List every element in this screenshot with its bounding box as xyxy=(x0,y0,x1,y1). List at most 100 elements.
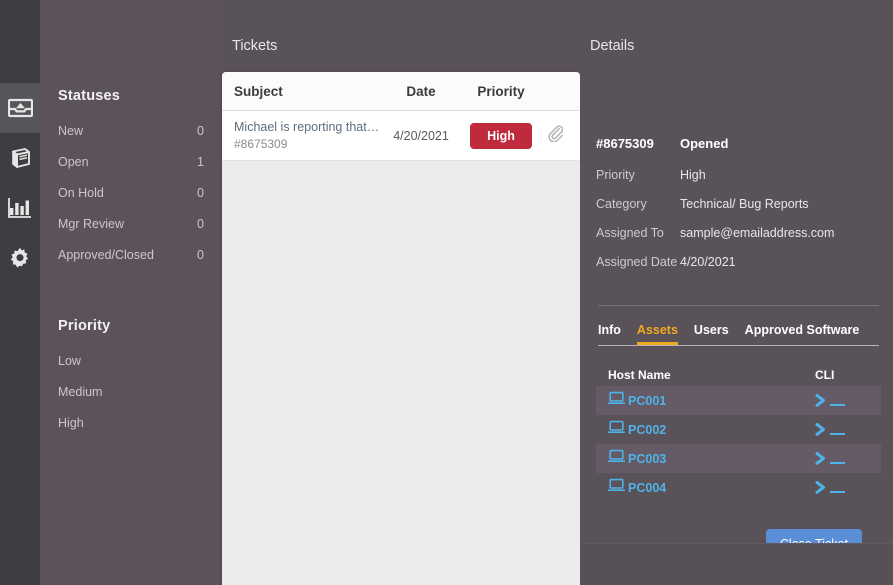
details-footer xyxy=(580,543,893,585)
asset-host-cell[interactable]: PC004 xyxy=(607,478,815,497)
asset-host-name[interactable]: PC002 xyxy=(628,423,666,437)
priority-item-high[interactable]: High xyxy=(58,407,204,438)
rail-item-inbox[interactable] xyxy=(0,83,40,133)
rail-item-knowledge-base[interactable] xyxy=(0,133,40,183)
status-label: New xyxy=(58,123,84,138)
attachment-cell[interactable] xyxy=(542,124,568,147)
details-column: Details #8675309 Opened Priority High Ca… xyxy=(580,0,893,585)
assets-table: Host Name CLI PC001 PC002 PC003 PC004 xyxy=(596,364,881,502)
status-badge: High xyxy=(470,122,532,149)
asset-host-name[interactable]: PC001 xyxy=(628,394,666,408)
asset-host-name[interactable]: PC003 xyxy=(628,452,666,466)
tickets-title: Tickets xyxy=(232,38,278,54)
column-header-date: Date xyxy=(406,83,436,99)
field-value: High xyxy=(680,168,706,182)
paperclip-icon[interactable] xyxy=(547,124,564,147)
rail-item-settings[interactable] xyxy=(0,233,40,283)
details-field-category: Category Technical/ Bug Reports xyxy=(596,197,881,226)
table-row[interactable]: PC001 xyxy=(596,386,881,415)
details-fields: #8675309 Opened Priority High Category T… xyxy=(596,54,881,284)
status-label: Mgr Review xyxy=(58,216,124,231)
priority-item-medium[interactable]: Medium xyxy=(58,376,204,407)
statuses-list: New 0 Open 1 On Hold 0 Mgr Review 0 Appr… xyxy=(58,115,204,270)
gear-icon xyxy=(8,246,32,270)
icon-rail xyxy=(0,0,40,585)
status-count: 0 xyxy=(197,216,204,231)
details-title: Details xyxy=(590,38,635,54)
status-item-new[interactable]: New 0 xyxy=(58,115,204,146)
tickets-table-header: Subject Date Priority xyxy=(222,72,580,111)
ticket-priority-cell: High xyxy=(460,122,542,149)
field-value: Technical/ Bug Reports xyxy=(680,197,809,211)
column-header-host-name: Host Name xyxy=(608,368,671,382)
book-icon xyxy=(9,147,32,170)
ticket-subject-cell[interactable]: Michael is reporting that th… #8675309 xyxy=(234,120,382,151)
tab-assets[interactable]: Assets xyxy=(636,323,678,345)
asset-host-cell[interactable]: PC003 xyxy=(607,449,815,468)
status-item-open[interactable]: Open 1 xyxy=(58,146,204,177)
priority-label: High xyxy=(58,415,84,430)
status-label: On Hold xyxy=(58,185,104,200)
asset-host-cell[interactable]: PC001 xyxy=(607,391,815,410)
field-value: sample@emailaddress.com xyxy=(680,226,835,240)
status-label: Approved/Closed xyxy=(58,247,154,262)
app-window: Statuses New 0 Open 1 On Hold 0 Mgr Revi… xyxy=(0,0,893,585)
assets-table-header: Host Name CLI xyxy=(596,364,881,386)
priority-list: Low Medium High xyxy=(58,345,204,438)
asset-cli-cell[interactable] xyxy=(815,422,871,437)
table-row[interactable]: Michael is reporting that th… #8675309 4… xyxy=(222,111,580,161)
ticket-subject-link[interactable]: Michael is reporting that th… xyxy=(234,120,382,134)
status-item-on-hold[interactable]: On Hold 0 xyxy=(58,177,204,208)
status-item-approved-closed[interactable]: Approved/Closed 0 xyxy=(58,239,204,270)
priority-heading: Priority xyxy=(58,318,111,334)
laptop-icon xyxy=(607,478,626,497)
laptop-icon xyxy=(607,420,626,439)
details-field-assigned-date: Assigned Date 4/20/2021 xyxy=(596,255,881,284)
inbox-icon xyxy=(7,97,33,119)
filter-sidebar: Statuses New 0 Open 1 On Hold 0 Mgr Revi… xyxy=(40,0,222,585)
asset-host-name[interactable]: PC004 xyxy=(628,481,666,495)
column-header-cli: CLI xyxy=(815,368,835,382)
tab-info[interactable]: Info xyxy=(598,323,621,345)
asset-cli-cell[interactable] xyxy=(815,451,871,466)
column-header-priority: Priority xyxy=(477,83,525,99)
status-item-mgr-review[interactable]: Mgr Review 0 xyxy=(58,208,204,239)
details-header-row: #8675309 Opened xyxy=(596,136,881,168)
rail-item-reports[interactable] xyxy=(0,183,40,233)
field-value: 4/20/2021 xyxy=(680,255,736,269)
details-status: Opened xyxy=(680,136,729,151)
status-count: 0 xyxy=(197,123,204,138)
asset-cli-cell[interactable] xyxy=(815,393,871,408)
asset-cli-cell[interactable] xyxy=(815,480,871,495)
terminal-prompt-icon[interactable] xyxy=(815,422,845,437)
ticket-number: #8675309 xyxy=(234,137,288,151)
details-divider xyxy=(598,305,879,306)
details-body: #8675309 Opened Priority High Category T… xyxy=(580,54,893,559)
laptop-icon xyxy=(607,449,626,468)
table-row[interactable]: PC003 xyxy=(596,444,881,473)
priority-label: Low xyxy=(58,353,81,368)
asset-host-cell[interactable]: PC002 xyxy=(607,420,815,439)
bar-chart-icon xyxy=(8,197,32,219)
tab-approved-software[interactable]: Approved Software xyxy=(745,323,860,345)
status-count: 0 xyxy=(197,185,204,200)
terminal-prompt-icon[interactable] xyxy=(815,480,845,495)
priority-item-low[interactable]: Low xyxy=(58,345,204,376)
details-tabs: Info Assets Users Approved Software xyxy=(598,323,879,346)
table-row[interactable]: PC002 xyxy=(596,415,881,444)
status-label: Open xyxy=(58,154,89,169)
status-count: 0 xyxy=(197,247,204,262)
field-key: Assigned Date xyxy=(596,255,678,269)
table-row[interactable]: PC004 xyxy=(596,473,881,502)
terminal-prompt-icon[interactable] xyxy=(815,393,845,408)
tab-users[interactable]: Users xyxy=(694,323,729,345)
tickets-panel: Subject Date Priority Michael is reporti… xyxy=(222,72,580,585)
status-count: 1 xyxy=(197,154,204,169)
terminal-prompt-icon[interactable] xyxy=(815,451,845,466)
tickets-column: Tickets Subject Date Priority Michael is… xyxy=(222,0,580,585)
column-header-subject: Subject xyxy=(234,83,283,99)
ticket-date: 4/20/2021 xyxy=(393,128,449,143)
details-field-priority: Priority High xyxy=(596,168,881,197)
laptop-icon xyxy=(607,391,626,410)
field-key: Priority xyxy=(596,168,635,182)
